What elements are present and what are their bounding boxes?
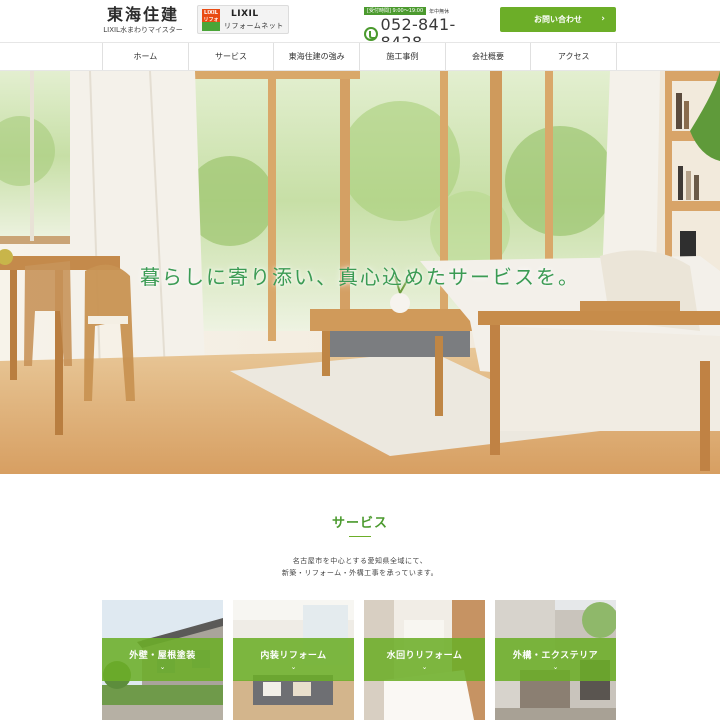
service-card-label: 水回りリフォーム <box>386 651 463 661</box>
nav-item-service[interactable]: サービス <box>187 43 274 70</box>
service-desc-line-2: 新築・リフォーム・外構工事を承っています。 <box>281 569 439 577</box>
lixil-reform-net-badge[interactable]: LIXIL リフォーム LIXIL リフォームネット <box>197 5 289 34</box>
service-card-label: 外構・エクステリア <box>512 651 599 661</box>
lixil-logo-icon: LIXIL リフォーム <box>202 9 220 31</box>
chevron-right-icon: › <box>601 14 605 24</box>
service-card-label: 内装リフォーム <box>260 651 327 661</box>
service-card-exterior-works[interactable]: 外構・エクステリア ⌄ <box>495 600 616 720</box>
chevron-down-icon: ⌄ <box>421 663 428 671</box>
phone-icon <box>364 27 378 41</box>
service-title-underline <box>349 536 371 537</box>
site-header: 東海住建 LIXIL水まわりマイスター LIXIL リフォーム LIXIL リフ… <box>0 0 720 52</box>
service-card-band: 外壁・屋根塗装 ⌄ <box>102 638 223 681</box>
contact-button[interactable]: お問い合わせ › <box>500 7 616 32</box>
site-logo[interactable]: 東海住建 LIXIL水まわりマイスター <box>102 5 184 35</box>
service-card-band: 水回りリフォーム ⌄ <box>364 638 485 681</box>
chevron-down-icon: ⌄ <box>552 663 559 671</box>
logo-sub-text: LIXIL水まわりマイスター <box>103 26 183 34</box>
nav-item-company[interactable]: 会社概要 <box>444 43 531 70</box>
nav-item-strength[interactable]: 東海住建の強み <box>273 43 359 70</box>
nav-item-works[interactable]: 施工事例 <box>359 43 445 70</box>
nav-item-home[interactable]: ホーム <box>102 43 188 70</box>
tel-hours-tag: [受付時間] 9:00～19:00 <box>364 7 427 15</box>
service-description: 名古屋市を中心とする愛知県全域にて、 新築・リフォーム・外構工事を承っています。 <box>0 555 720 579</box>
logo-main-text: 東海住建 <box>106 5 179 24</box>
service-desc-line-1: 名古屋市を中心とする愛知県全域にて、 <box>292 557 428 565</box>
nav-list: ホーム サービス 東海住建の強み 施工事例 会社概要 アクセス <box>102 43 618 70</box>
service-card-interior-reform[interactable]: 内装リフォーム ⌄ <box>233 600 354 720</box>
tel-box[interactable]: [受付時間] 9:00～19:00 年中無休 052-841-8428 <box>364 7 492 52</box>
service-card-water-reform[interactable]: 水回りリフォーム ⌄ <box>364 600 485 720</box>
tel-holiday: 年中無休 <box>429 8 450 15</box>
service-section-title: サービス <box>331 516 388 531</box>
global-nav: ホーム サービス 東海住建の強み 施工事例 会社概要 アクセス <box>0 42 720 71</box>
partner-name: LIXIL <box>231 9 259 19</box>
service-card-exterior-paint[interactable]: 外壁・屋根塗装 ⌄ <box>102 600 223 720</box>
lixil-logo-band <box>202 22 220 31</box>
service-card-label: 外壁・屋根塗装 <box>129 651 196 661</box>
hero-section: 暮らしに寄り添い、真心込めたサービスを。 <box>0 71 720 474</box>
service-card-band: 内装リフォーム ⌄ <box>233 638 354 681</box>
chevron-down-icon: ⌄ <box>159 663 166 671</box>
contact-button-label: お問い合わせ <box>534 15 582 24</box>
nav-item-access[interactable]: アクセス <box>530 43 618 70</box>
chevron-down-icon: ⌄ <box>290 663 297 671</box>
partner-net: リフォームネット <box>224 22 284 30</box>
tel-hours: [受付時間] 9:00～19:00 年中無休 <box>364 7 449 15</box>
hero-catchphrase: 暮らしに寄り添い、真心込めたサービスを。 <box>140 265 580 289</box>
service-card-band: 外構・エクステリア ⌄ <box>495 638 616 681</box>
service-cards: 外壁・屋根塗装 ⌄ 内装リフォーム ⌄ 水回りリフォーム ⌄ 外構・エクステリア… <box>102 600 616 720</box>
